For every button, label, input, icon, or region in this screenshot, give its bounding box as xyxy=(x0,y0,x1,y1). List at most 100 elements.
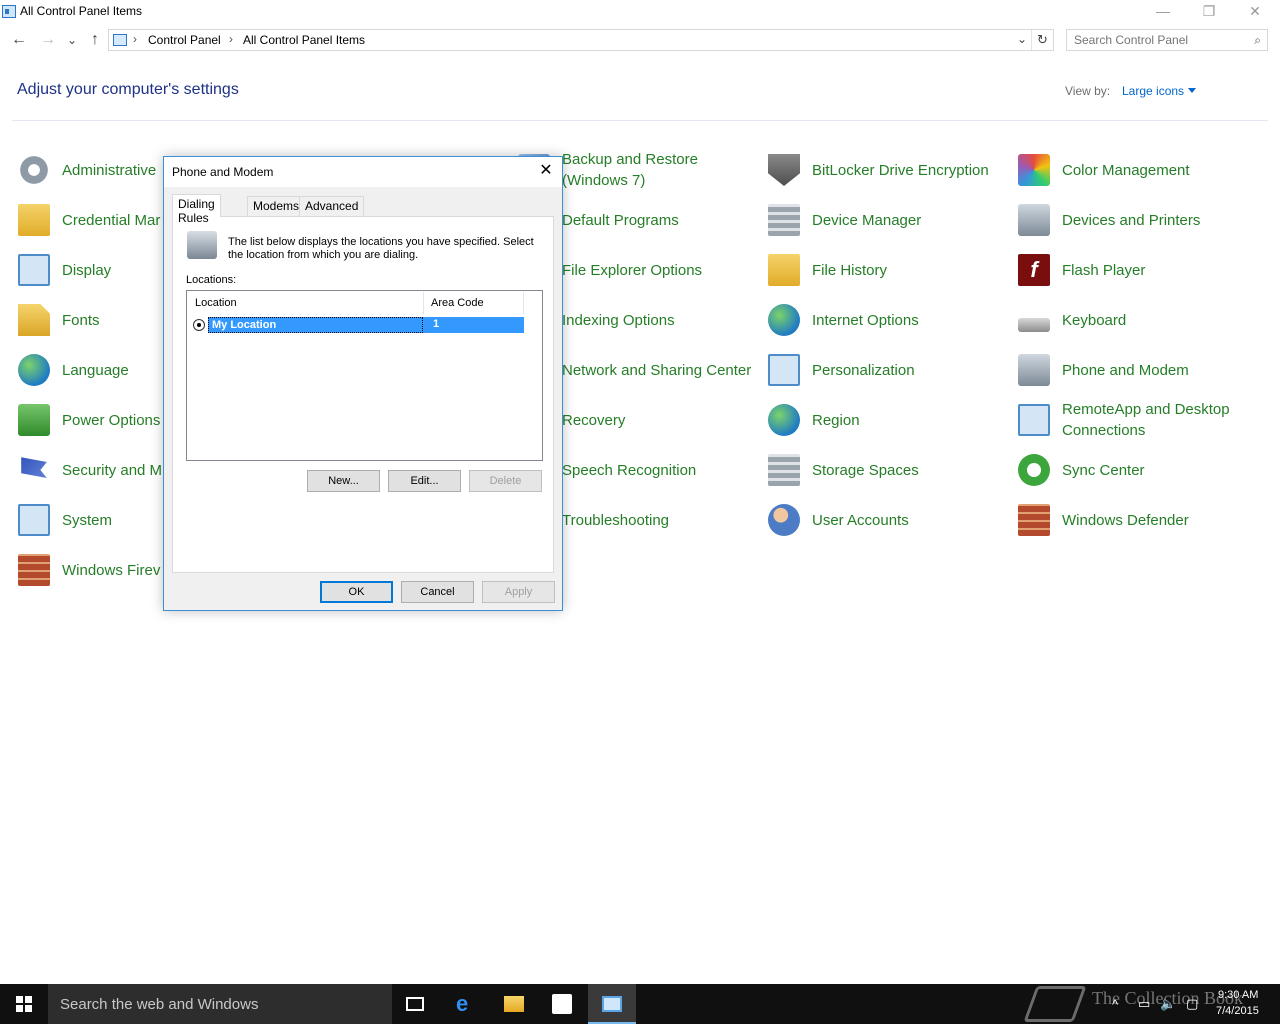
ok-button[interactable]: OK xyxy=(320,581,393,603)
cp-item-windows-firewall[interactable]: Windows Firev xyxy=(18,548,160,592)
delete-button[interactable]: Delete xyxy=(469,470,542,492)
cp-item-label[interactable]: Recovery xyxy=(562,410,625,431)
dialog-title-bar[interactable]: Phone and Modem ✕ xyxy=(164,157,562,187)
cp-item-label[interactable]: Backup and Restore (Windows 7) xyxy=(562,149,752,191)
taskbar-search-text[interactable]: Search the web and Windows xyxy=(60,996,258,1013)
minimize-button[interactable]: — xyxy=(1140,0,1186,24)
cp-item-user-accounts[interactable]: User Accounts xyxy=(768,498,909,542)
cp-item-device-manager[interactable]: Device Manager xyxy=(768,198,921,242)
cp-item-color-management[interactable]: Color Management xyxy=(1018,148,1190,192)
search-icon[interactable]: ⌕ xyxy=(1254,33,1261,48)
cp-item-label[interactable]: Administrative xyxy=(62,160,156,181)
control-panel-taskbar-button[interactable] xyxy=(588,984,636,1024)
cp-item-storage-spaces[interactable]: Storage Spaces xyxy=(768,448,919,492)
show-hidden-icons-chevron-icon[interactable]: ^ xyxy=(1112,997,1118,1012)
cp-item-label[interactable]: Storage Spaces xyxy=(812,460,919,481)
breadcrumb-all-items[interactable]: All Control Panel Items xyxy=(243,33,365,47)
cp-item-security-and-maintenance[interactable]: Security and M xyxy=(18,448,162,492)
clock-date[interactable]: 7/4/2015 xyxy=(1216,1005,1259,1017)
store-button[interactable] xyxy=(538,984,586,1024)
cp-item-label[interactable]: System xyxy=(62,510,112,531)
cp-item-label[interactable]: Language xyxy=(62,360,129,381)
cp-item-sync-center[interactable]: Sync Center xyxy=(1018,448,1145,492)
cp-item-label[interactable]: Indexing Options xyxy=(562,310,675,331)
cp-item-label[interactable]: Display xyxy=(62,260,111,281)
column-header-area-code[interactable]: Area Code xyxy=(424,292,524,314)
column-header-location[interactable]: Location xyxy=(188,292,424,314)
tab-dialing-rules[interactable]: Dialing Rules xyxy=(172,194,221,225)
cancel-button[interactable]: Cancel xyxy=(401,581,474,603)
cp-item-label[interactable]: File Explorer Options xyxy=(562,260,702,281)
cp-item-label[interactable]: Speech Recognition xyxy=(562,460,696,481)
cp-item-region[interactable]: Region xyxy=(768,398,860,442)
cp-item-file-history[interactable]: File History xyxy=(768,248,887,292)
tab-advanced[interactable]: Advanced xyxy=(299,196,365,216)
up-button[interactable]: ↑ xyxy=(85,31,105,51)
cp-item-display[interactable]: Display xyxy=(18,248,111,292)
cp-item-label[interactable]: File History xyxy=(812,260,887,281)
chevron-down-icon[interactable] xyxy=(1188,88,1197,93)
cp-item-label[interactable]: Internet Options xyxy=(812,310,919,331)
forward-button[interactable]: → xyxy=(38,31,58,51)
cp-item-label[interactable]: Troubleshooting xyxy=(562,510,669,531)
recent-locations-button[interactable]: ⌄ xyxy=(62,31,82,51)
taskbar-search-box[interactable]: Search the web and Windows xyxy=(48,984,392,1024)
cp-item-label[interactable]: Network and Sharing Center xyxy=(562,360,752,381)
restore-button[interactable]: ❐ xyxy=(1186,0,1232,24)
cp-item-power-options[interactable]: Power Options xyxy=(18,398,160,442)
cp-item-remoteapp[interactable]: RemoteApp and Desktop Connections xyxy=(1018,398,1230,442)
current-location-radio[interactable] xyxy=(193,319,205,331)
cp-item-label[interactable]: Flash Player xyxy=(1062,260,1145,281)
location-name[interactable]: My Location xyxy=(208,317,423,333)
cp-item-windows-defender[interactable]: Windows Defender xyxy=(1018,498,1189,542)
cp-item-label[interactable]: User Accounts xyxy=(812,510,909,531)
cp-item-label[interactable]: Devices and Printers xyxy=(1062,210,1200,231)
file-explorer-button[interactable] xyxy=(490,984,538,1024)
cp-item-administrative-tools[interactable]: Administrative xyxy=(18,148,156,192)
cp-item-label[interactable]: Security and M xyxy=(62,460,162,481)
cp-item-label[interactable]: Color Management xyxy=(1062,160,1190,181)
close-icon[interactable]: ✕ xyxy=(536,161,556,181)
cp-item-label[interactable]: Sync Center xyxy=(1062,460,1145,481)
edit-button[interactable]: Edit... xyxy=(388,470,461,492)
cp-item-phone-and-modem[interactable]: Phone and Modem xyxy=(1018,348,1189,392)
location-area-code[interactable]: 1 xyxy=(423,317,524,333)
list-item[interactable]: My Location 1 xyxy=(193,317,524,333)
new-button[interactable]: New... xyxy=(307,470,380,492)
apply-button[interactable]: Apply xyxy=(482,581,555,603)
search-input[interactable] xyxy=(1074,32,1244,48)
edge-button[interactable]: e xyxy=(442,984,490,1024)
action-center-icon[interactable]: ▢ xyxy=(1186,996,1198,1012)
tab-modems[interactable]: Modems xyxy=(247,196,306,216)
cp-item-devices-and-printers[interactable]: Devices and Printers xyxy=(1018,198,1200,242)
view-by-value[interactable]: Large icons xyxy=(1122,84,1184,98)
cp-item-label[interactable]: Region xyxy=(812,410,860,431)
breadcrumb-control-panel[interactable]: Control Panel xyxy=(148,33,221,47)
breadcrumb-separator[interactable]: › xyxy=(133,32,137,46)
cp-item-label[interactable]: Phone and Modem xyxy=(1062,360,1189,381)
view-by-dropdown[interactable]: Large icons xyxy=(1122,84,1197,98)
cp-item-internet-options[interactable]: Internet Options xyxy=(768,298,919,342)
search-box[interactable]: ⌕ xyxy=(1066,29,1268,51)
refresh-button[interactable]: ↻ xyxy=(1031,30,1053,50)
cp-item-bitlocker[interactable]: BitLocker Drive Encryption xyxy=(768,148,989,192)
cp-item-label[interactable]: RemoteApp and Desktop Connections xyxy=(1062,399,1272,441)
cp-item-label[interactable]: Default Programs xyxy=(562,210,679,231)
clock-time[interactable]: 9:30 AM xyxy=(1218,989,1258,1001)
cp-item-language[interactable]: Language xyxy=(18,348,129,392)
cp-item-fonts[interactable]: Fonts xyxy=(18,298,100,342)
volume-icon[interactable]: 🔈 xyxy=(1160,996,1176,1012)
network-icon[interactable]: ▭ xyxy=(1138,996,1150,1012)
task-view-button[interactable] xyxy=(392,984,440,1024)
cp-item-credential-manager[interactable]: Credential Mar xyxy=(18,198,160,242)
close-button[interactable]: ✕ xyxy=(1232,0,1278,24)
address-dropdown-icon[interactable]: ⌄ xyxy=(1017,32,1027,46)
cp-item-label[interactable]: Keyboard xyxy=(1062,310,1126,331)
cp-item-system[interactable]: System xyxy=(18,498,112,542)
cp-item-personalization[interactable]: Personalization xyxy=(768,348,915,392)
cp-item-label[interactable]: Windows Firev xyxy=(62,560,160,581)
cp-item-label[interactable]: Credential Mar xyxy=(62,210,160,231)
cp-item-label[interactable]: Fonts xyxy=(62,310,100,331)
cp-item-keyboard[interactable]: Keyboard xyxy=(1018,298,1126,342)
cp-item-label[interactable]: Device Manager xyxy=(812,210,921,231)
